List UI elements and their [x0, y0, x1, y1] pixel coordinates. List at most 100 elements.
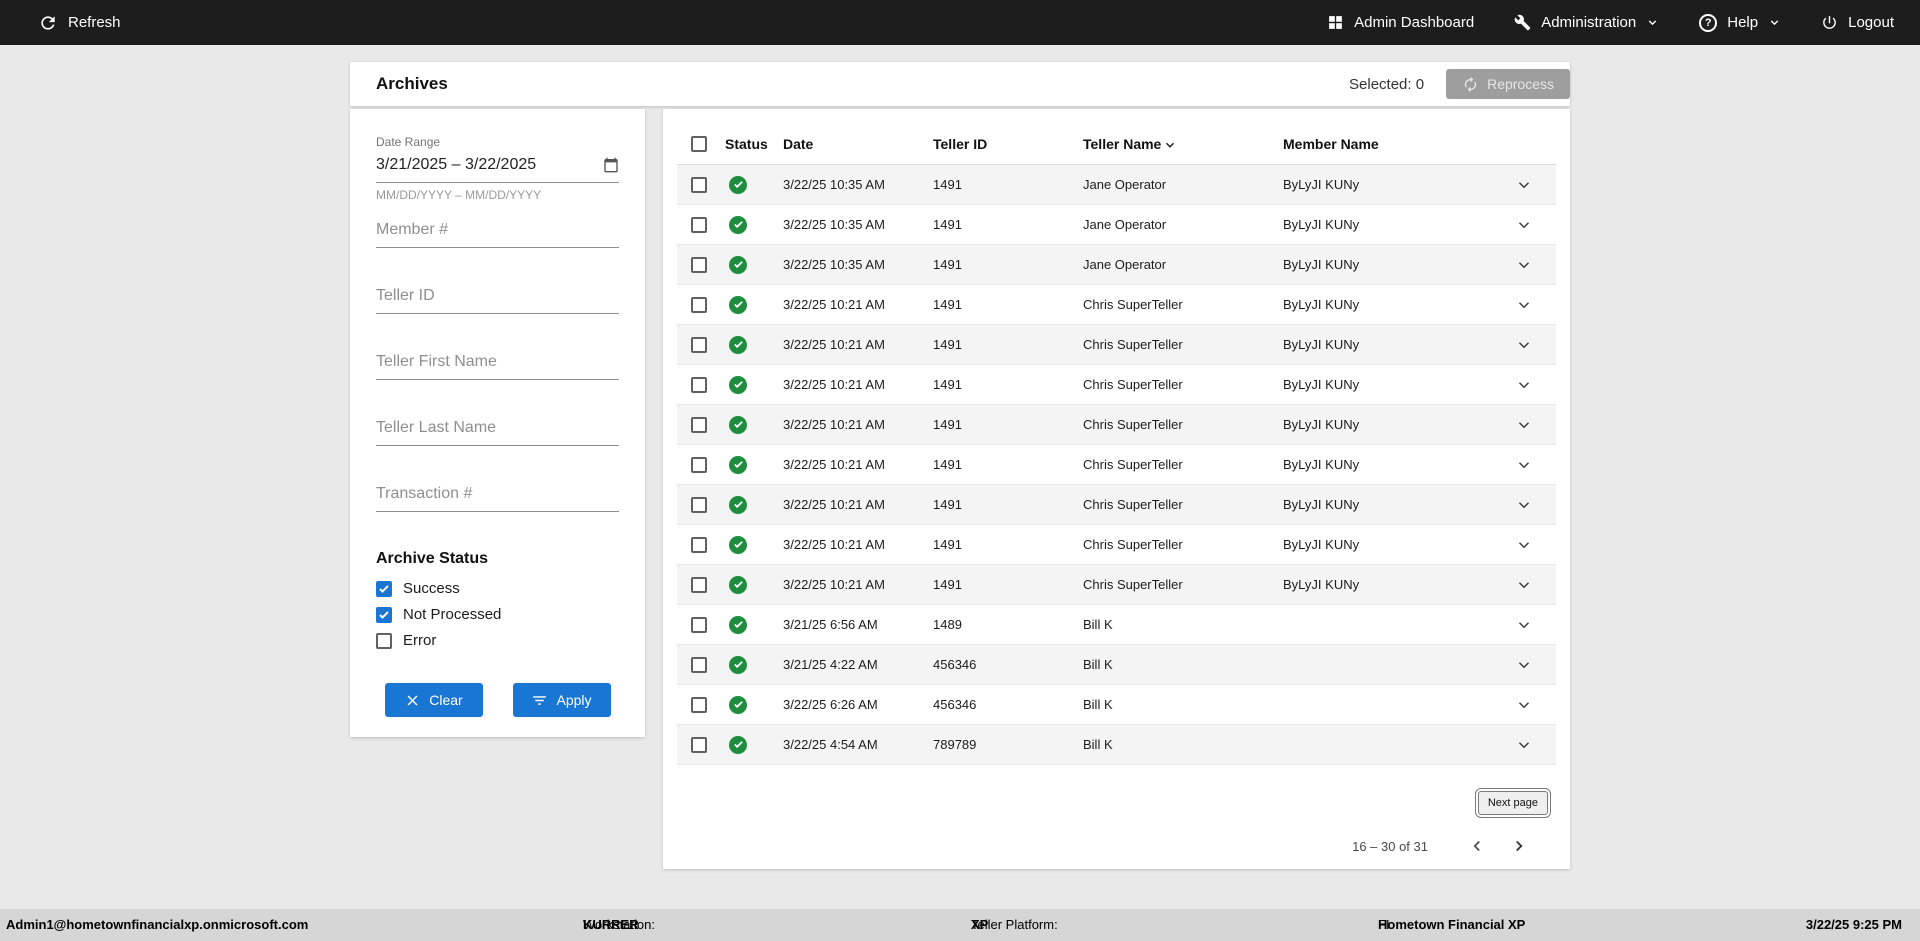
- table-row[interactable]: 3/22/25 6:26 AM 456346 Bill K: [677, 685, 1556, 725]
- row-checkbox[interactable]: [691, 656, 707, 673]
- expand-row-icon[interactable]: [1515, 616, 1533, 634]
- column-header-teller-name[interactable]: Teller Name: [1083, 136, 1283, 152]
- row-checkbox[interactable]: [691, 416, 707, 433]
- success-status-icon: [729, 495, 747, 514]
- reprocess-button[interactable]: Reprocess: [1446, 69, 1570, 99]
- success-status-icon: [729, 255, 747, 274]
- row-checkbox[interactable]: [691, 216, 707, 233]
- expand-row-icon[interactable]: [1515, 296, 1533, 314]
- row-member-name: ByLyJI KUNy: [1283, 417, 1360, 432]
- expand-row-icon[interactable]: [1515, 536, 1533, 554]
- row-member-name: ByLyJI KUNy: [1283, 577, 1360, 592]
- table-row[interactable]: 3/22/25 10:35 AM 1491 Jane Operator ByLy…: [677, 165, 1556, 205]
- top-navigation-bar: Refresh Admin Dashboard Administration ?…: [0, 0, 1920, 45]
- row-member-name: ByLyJI KUNy: [1283, 537, 1360, 552]
- row-checkbox[interactable]: [691, 296, 707, 313]
- teller-id-input[interactable]: [376, 280, 619, 314]
- success-status-icon: [729, 535, 747, 554]
- table-row[interactable]: 3/22/25 10:21 AM 1491 Chris SuperTeller …: [677, 325, 1556, 365]
- table-row[interactable]: 3/21/25 4:22 AM 456346 Bill K: [677, 645, 1556, 685]
- row-teller-id: 1491: [933, 497, 962, 512]
- row-date: 3/22/25 10:35 AM: [783, 217, 885, 232]
- table-row[interactable]: 3/21/25 6:56 AM 1489 Bill K: [677, 605, 1556, 645]
- row-teller-name: Chris SuperTeller: [1083, 297, 1183, 312]
- refresh-button[interactable]: Refresh: [38, 13, 121, 33]
- expand-row-icon[interactable]: [1515, 256, 1533, 274]
- expand-row-icon[interactable]: [1515, 456, 1533, 474]
- row-teller-id: 1491: [933, 337, 962, 352]
- table-row[interactable]: 3/22/25 10:21 AM 1491 Chris SuperTeller …: [677, 365, 1556, 405]
- success-status-icon: [729, 615, 747, 634]
- table-row[interactable]: 3/22/25 10:21 AM 1491 Chris SuperTeller …: [677, 525, 1556, 565]
- status-bar: Admin1@hometownfinancialxp.onmicrosoft.c…: [0, 909, 1920, 941]
- calendar-icon[interactable]: [603, 157, 619, 173]
- expand-row-icon[interactable]: [1515, 696, 1533, 714]
- row-checkbox[interactable]: [691, 256, 707, 273]
- previous-page-icon[interactable]: [1468, 837, 1486, 855]
- row-teller-name: Chris SuperTeller: [1083, 417, 1183, 432]
- table-row[interactable]: 3/22/25 10:21 AM 1491 Chris SuperTeller …: [677, 565, 1556, 605]
- member-number-input[interactable]: [376, 214, 619, 248]
- expand-row-icon[interactable]: [1515, 336, 1533, 354]
- logout-button[interactable]: Logout: [1821, 14, 1894, 31]
- teller-last-name-input[interactable]: [376, 412, 619, 446]
- table-row[interactable]: 3/22/25 10:35 AM 1491 Jane Operator ByLy…: [677, 205, 1556, 245]
- row-checkbox[interactable]: [691, 736, 707, 753]
- next-page-icon[interactable]: [1510, 837, 1528, 855]
- date-range-input[interactable]: [376, 149, 619, 183]
- selected-count: Selected: 0: [1349, 75, 1425, 93]
- success-status-icon: [729, 215, 747, 234]
- admin-dashboard-nav[interactable]: Admin Dashboard: [1327, 14, 1474, 31]
- expand-row-icon[interactable]: [1515, 416, 1533, 434]
- refresh-icon: [41, 15, 55, 30]
- filter-panel: Date Range MM/DD/YYYY – MM/DD/YYYY Archi…: [350, 109, 645, 737]
- status-filter-checkbox[interactable]: Not Processed: [376, 606, 619, 623]
- table-row[interactable]: 3/22/25 10:21 AM 1491 Chris SuperTeller …: [677, 445, 1556, 485]
- help-menu[interactable]: ? Help: [1699, 13, 1781, 32]
- expand-row-icon[interactable]: [1515, 176, 1533, 194]
- row-checkbox[interactable]: [691, 496, 707, 513]
- administration-menu[interactable]: Administration: [1514, 14, 1659, 31]
- row-checkbox[interactable]: [691, 696, 707, 713]
- column-header-teller-id[interactable]: Teller ID: [933, 136, 1083, 152]
- table-row[interactable]: 3/22/25 4:54 AM 789789 Bill K: [677, 725, 1556, 765]
- table-row[interactable]: 3/22/25 10:21 AM 1491 Chris SuperTeller …: [677, 485, 1556, 525]
- logout-label: Logout: [1848, 14, 1894, 31]
- expand-row-icon[interactable]: [1515, 656, 1533, 674]
- row-date: 3/22/25 10:21 AM: [783, 497, 885, 512]
- status-filter-checkbox[interactable]: Success: [376, 580, 619, 597]
- row-checkbox[interactable]: [691, 616, 707, 633]
- row-checkbox[interactable]: [691, 456, 707, 473]
- row-teller-id: 1491: [933, 577, 962, 592]
- expand-row-icon[interactable]: [1515, 216, 1533, 234]
- teller-first-name-input[interactable]: [376, 346, 619, 380]
- select-all-checkbox[interactable]: [691, 135, 707, 152]
- success-status-icon: [729, 415, 747, 434]
- row-date: 3/22/25 10:21 AM: [783, 377, 885, 392]
- column-header-status[interactable]: Status: [721, 136, 783, 152]
- row-teller-id: 456346: [933, 697, 977, 712]
- column-header-member-name[interactable]: Member Name: [1283, 136, 1492, 152]
- row-checkbox[interactable]: [691, 536, 707, 553]
- apply-label: Apply: [556, 692, 592, 708]
- next-page-button[interactable]: Next page: [1474, 788, 1552, 818]
- expand-row-icon[interactable]: [1515, 736, 1533, 754]
- row-checkbox[interactable]: [691, 576, 707, 593]
- expand-row-icon[interactable]: [1515, 496, 1533, 514]
- expand-row-icon[interactable]: [1515, 376, 1533, 394]
- transaction-number-input[interactable]: [376, 478, 619, 512]
- table-row[interactable]: 3/22/25 10:35 AM 1491 Jane Operator ByLy…: [677, 245, 1556, 285]
- clear-button[interactable]: Clear: [384, 683, 483, 717]
- row-checkbox[interactable]: [691, 376, 707, 393]
- status-filter-checkbox[interactable]: Error: [376, 632, 619, 649]
- table-row[interactable]: 3/22/25 10:21 AM 1491 Chris SuperTeller …: [677, 285, 1556, 325]
- row-checkbox[interactable]: [691, 336, 707, 353]
- table-row[interactable]: 3/22/25 10:21 AM 1491 Chris SuperTeller …: [677, 405, 1556, 445]
- pagination-bar: 16 – 30 of 31: [677, 837, 1556, 855]
- expand-row-icon[interactable]: [1515, 576, 1533, 594]
- row-date: 3/22/25 10:21 AM: [783, 577, 885, 592]
- row-checkbox[interactable]: [691, 176, 707, 193]
- apply-button[interactable]: Apply: [512, 683, 611, 717]
- column-header-date[interactable]: Date: [783, 136, 933, 152]
- logged-in-user: Admin1@hometownfinancialxp.onmicrosoft.c…: [6, 917, 309, 932]
